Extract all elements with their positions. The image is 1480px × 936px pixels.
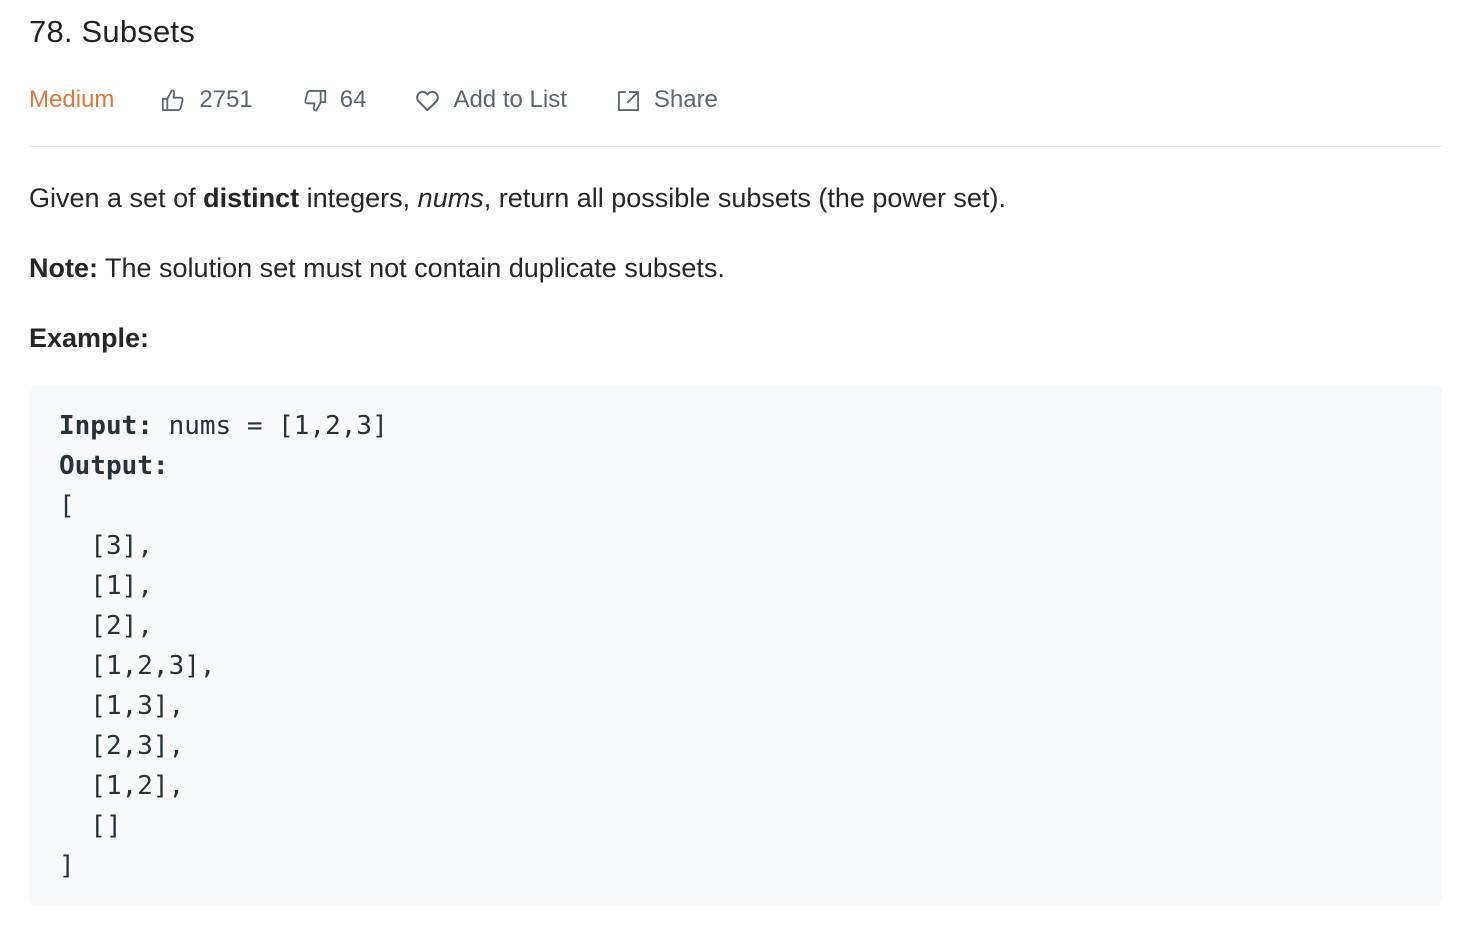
- example-heading: Example:: [29, 323, 150, 353]
- add-to-list-button[interactable]: Add to List: [414, 86, 567, 114]
- description-paragraph: Given a set of distinct integers, nums, …: [29, 183, 1006, 213]
- note-text: The solution set must not contain duplic…: [98, 253, 725, 283]
- share-label: Share: [653, 86, 718, 113]
- output-line: [1,2,3],: [59, 651, 216, 681]
- output-line: [3],: [59, 531, 153, 561]
- problem-title: 78. Subsets: [29, 14, 195, 49]
- output-line: [2],: [59, 611, 153, 641]
- input-label: Input:: [59, 411, 153, 441]
- add-to-list-label: Add to List: [453, 86, 567, 113]
- like-count: 2751: [199, 86, 253, 113]
- thumbs-down-icon: [304, 89, 326, 112]
- example-code-block: Input: nums = [1,2,3] Output: [ [3], [1]…: [29, 386, 1442, 905]
- difficulty-badge: Medium: [29, 86, 115, 113]
- output-line: [1],: [59, 571, 153, 601]
- output-line: []: [59, 811, 122, 841]
- thumbs-up-icon: [162, 88, 184, 111]
- dislike-button[interactable]: 64: [301, 86, 367, 114]
- share-button[interactable]: Share: [615, 86, 718, 114]
- bold-text: distinct: [203, 183, 300, 213]
- output-line: [1,3],: [59, 691, 185, 721]
- heart-icon: [416, 90, 440, 111]
- note-label: Note:: [29, 253, 98, 283]
- output-line: ]: [59, 851, 75, 881]
- note-paragraph: Note: The solution set must not contain …: [29, 250, 725, 286]
- share-icon: [617, 90, 639, 111]
- code-input-line: Input: nums = [1,2,3]: [59, 406, 388, 446]
- output-line: [1,2],: [59, 771, 185, 801]
- italic-text: nums: [417, 183, 484, 213]
- dislike-count: 64: [339, 86, 367, 113]
- like-button[interactable]: 2751: [160, 86, 253, 114]
- output-line: [: [59, 491, 75, 521]
- input-value: nums = [1,2,3]: [152, 411, 388, 441]
- output-line: [2,3],: [59, 731, 185, 761]
- divider: [29, 146, 1442, 147]
- output-label: Output:: [59, 451, 169, 481]
- problem-description-panel: 78. Subsets Medium 2751 64 Add to List S…: [0, 0, 1480, 936]
- problem-meta-bar: Medium 2751 64 Add to List Share: [29, 82, 718, 118]
